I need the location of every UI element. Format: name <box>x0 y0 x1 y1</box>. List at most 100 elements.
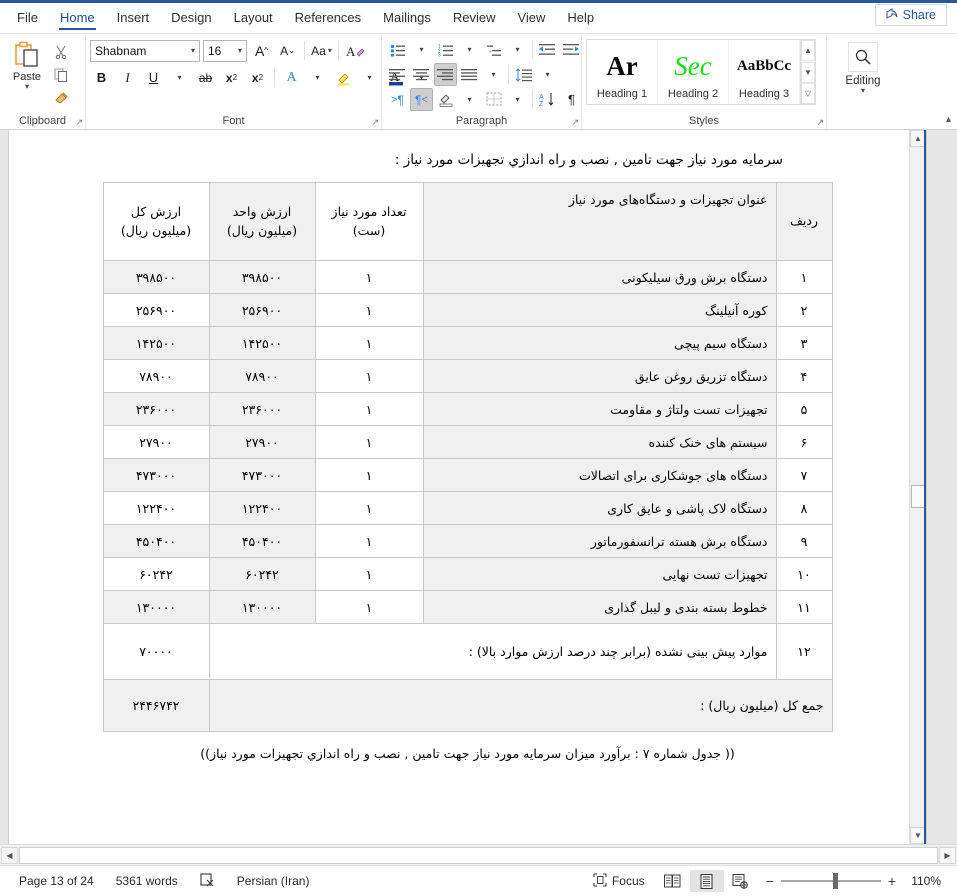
justify-icon[interactable] <box>458 63 481 86</box>
line-spacing-icon[interactable] <box>512 63 535 86</box>
increase-indent-icon[interactable] <box>560 38 583 61</box>
search-icon <box>848 42 878 72</box>
chevron-down-icon[interactable]: ▾ <box>861 87 865 95</box>
editing-button[interactable]: Editing ▾ <box>831 37 895 95</box>
borders-dropdown[interactable]: ▾ <box>506 88 529 111</box>
styles-scroll-up-button[interactable]: ▲ <box>801 40 815 61</box>
tab-references[interactable]: References <box>284 6 372 33</box>
web-layout-button[interactable] <box>724 870 758 892</box>
styles-dialog-launcher[interactable]: ↗ <box>816 117 824 128</box>
align-right-icon[interactable] <box>434 63 457 86</box>
copy-button[interactable] <box>50 64 72 85</box>
paragraph-dialog-launcher[interactable]: ↗ <box>571 117 579 128</box>
print-layout-button[interactable] <box>689 870 724 892</box>
highlight-icon[interactable] <box>332 66 355 89</box>
highlight-dropdown[interactable]: ▾ <box>358 66 381 89</box>
chevron-down-icon[interactable]: ▾ <box>238 47 242 55</box>
scroll-left-button[interactable]: ◀ <box>1 846 18 864</box>
clear-formatting-icon[interactable]: A <box>344 39 367 62</box>
format-painter-button[interactable] <box>50 87 72 108</box>
tab-mailings[interactable]: Mailings <box>372 6 442 33</box>
shrink-font-button[interactable]: A ⌄ <box>276 39 299 62</box>
zoom-slider[interactable] <box>780 873 881 889</box>
left-to-right-icon[interactable]: > ¶ <box>386 88 409 111</box>
cell-radif: ۶ <box>775 425 833 459</box>
borders-icon[interactable] <box>482 88 505 111</box>
tab-view[interactable]: View <box>506 6 556 33</box>
language-indicator[interactable]: Persian (Iran) <box>226 874 321 888</box>
tab-insert[interactable]: Insert <box>106 6 161 33</box>
text-effects-icon[interactable]: A <box>280 66 303 89</box>
svg-text:Z: Z <box>539 101 544 107</box>
cell-radif: ۷ <box>775 458 833 492</box>
zoom-level-label[interactable]: 110% <box>903 874 941 888</box>
cell-radif: ۴ <box>775 359 833 393</box>
style-heading-3[interactable]: AaBbCc Heading 3 <box>729 40 800 104</box>
strikethrough-button[interactable]: ab <box>194 66 217 89</box>
focus-mode-button[interactable]: Focus <box>582 872 656 890</box>
superscript-button[interactable]: x2 <box>246 66 269 89</box>
underline-dropdown[interactable]: ▾ <box>168 66 191 89</box>
cell-title: دستگاه برش ورق سیلیکونی <box>422 260 777 294</box>
style-heading-2[interactable]: Sec Heading 2 <box>658 40 729 104</box>
styles-more-button[interactable]: ▽ <box>801 83 815 104</box>
bold-button[interactable]: B <box>90 66 113 89</box>
cell-unit: ۱۳۰۰۰۰ <box>208 590 316 624</box>
proofing-errors-icon[interactable] <box>189 872 226 890</box>
multilevel-list-icon[interactable]: a <box>482 38 505 61</box>
align-left-icon[interactable] <box>386 63 409 86</box>
underline-button[interactable]: U <box>142 66 165 89</box>
align-center-icon[interactable] <box>410 63 433 86</box>
font-dialog-launcher[interactable]: ↗ <box>371 117 379 128</box>
shading-dropdown[interactable]: ▾ <box>458 88 481 111</box>
italic-button[interactable]: I <box>116 66 139 89</box>
font-name-input[interactable]: Shabnam ▾ <box>90 39 200 62</box>
word-count[interactable]: 5361 words <box>105 874 189 888</box>
tab-help[interactable]: Help <box>556 6 605 33</box>
horizontal-scrollbar[interactable]: ◀ ▶ <box>0 844 957 865</box>
tab-home[interactable]: Home <box>49 6 106 33</box>
decrease-indent-icon[interactable] <box>536 38 559 61</box>
vertical-scroll-thumb[interactable] <box>911 485 925 508</box>
paste-button[interactable]: Paste ▾ <box>4 37 50 91</box>
zoom-out-button[interactable]: − <box>766 873 774 889</box>
chevron-down-icon[interactable]: ▾ <box>191 47 195 55</box>
show-paragraph-marks-icon[interactable]: ¶ <box>560 88 583 111</box>
numbered-list-dropdown[interactable]: ▾ <box>458 38 481 61</box>
text-effects-dropdown[interactable]: ▾ <box>306 66 329 89</box>
tab-review[interactable]: Review <box>442 6 507 33</box>
sort-icon[interactable]: AZ <box>536 88 559 111</box>
font-group-label: Font <box>222 115 245 127</box>
multilevel-list-dropdown[interactable]: ▾ <box>506 38 529 61</box>
subscript-button[interactable]: x2 <box>220 66 243 89</box>
grow-font-button[interactable]: A ^ <box>250 39 273 62</box>
styles-scroll-down-button[interactable]: ▼ <box>801 61 815 83</box>
shading-icon[interactable] <box>434 88 457 111</box>
tab-design[interactable]: Design <box>160 6 222 33</box>
zoom-slider-knob[interactable] <box>832 873 838 889</box>
tab-file[interactable]: File <box>6 6 49 33</box>
chevron-down-icon[interactable]: ▾ <box>25 83 29 91</box>
tab-layout[interactable]: Layout <box>223 6 284 33</box>
line-spacing-dropdown[interactable]: ▾ <box>536 63 559 86</box>
read-mode-button[interactable] <box>656 870 690 892</box>
numbered-list-icon[interactable]: 123 <box>434 38 457 61</box>
collapse-ribbon-button[interactable]: ▴ <box>946 114 951 125</box>
bullet-list-dropdown[interactable]: ▾ <box>410 38 433 61</box>
justify-dropdown[interactable]: ▾ <box>482 63 505 86</box>
cell-count: ۱ <box>314 590 424 624</box>
zoom-in-button[interactable]: + <box>888 873 896 889</box>
clipboard-dialog-launcher[interactable]: ↗ <box>75 117 83 128</box>
right-to-left-icon[interactable]: ¶ < <box>410 88 433 111</box>
change-case-button[interactable]: Aa ▾ <box>310 39 333 62</box>
share-button[interactable]: Share <box>874 4 947 26</box>
cut-button[interactable] <box>50 41 72 62</box>
cell-radif: ۱۰ <box>775 557 833 591</box>
horizontal-scroll-track[interactable] <box>19 846 938 864</box>
document-page[interactable]: سرمایه مورد نیاز جهت تامین , نصب و راه ا… <box>8 130 927 844</box>
page-indicator[interactable]: Page 13 of 24 <box>8 874 105 888</box>
style-heading-1[interactable]: Ar Heading 1 <box>587 40 658 104</box>
font-size-input[interactable]: 16 ▾ <box>203 39 247 62</box>
scroll-right-button[interactable]: ▶ <box>939 846 956 864</box>
bullet-list-icon[interactable] <box>386 38 409 61</box>
